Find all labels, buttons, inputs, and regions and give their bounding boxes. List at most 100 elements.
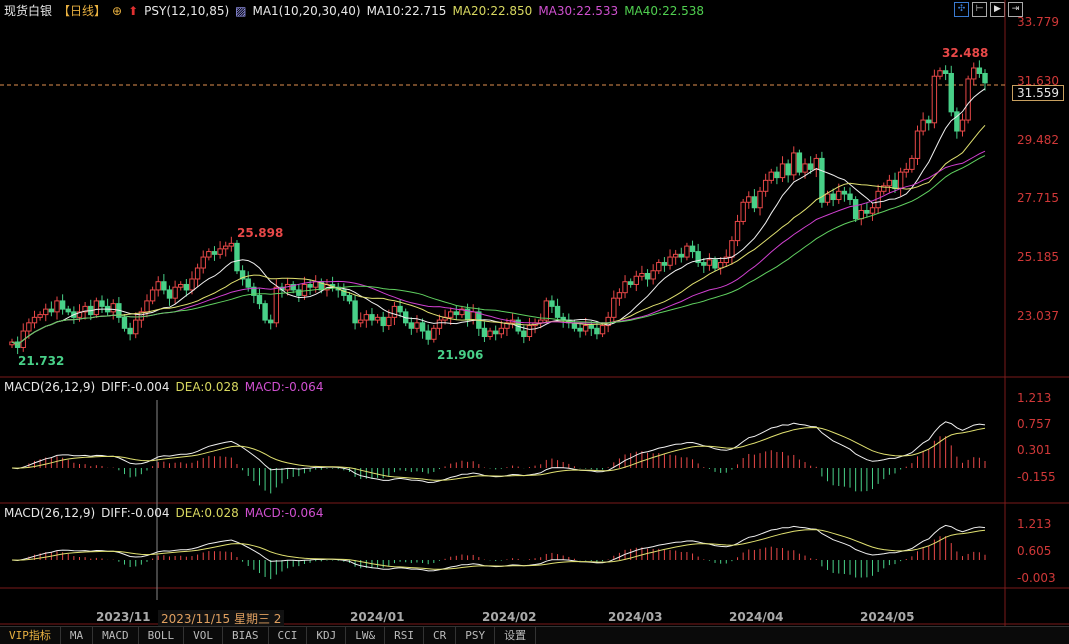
- candle-up: [909, 157, 915, 170]
- candle-down: [796, 152, 803, 173]
- macd1-header: MACD(26,12,9) DIFF:-0.004 DEA:0.028 MACD…: [4, 380, 323, 394]
- candle-down: [380, 316, 386, 327]
- price-tick: 33.779: [1017, 15, 1059, 29]
- candle-up: [611, 297, 617, 318]
- candle-up: [684, 245, 690, 258]
- candle-up: [599, 325, 606, 335]
- candle-up: [836, 190, 842, 201]
- candle-down: [65, 308, 71, 313]
- tab-lw[interactable]: LW&: [346, 627, 386, 644]
- candle-down: [296, 289, 302, 296]
- macd-tick: -0.003: [1017, 571, 1056, 585]
- candle-up: [358, 319, 364, 324]
- candle-up: [667, 256, 673, 266]
- candle-down: [419, 322, 426, 332]
- candle-up: [762, 179, 769, 192]
- tab-vip[interactable]: VIP指标: [0, 627, 61, 644]
- candle-down: [926, 119, 932, 124]
- candle-down: [453, 311, 460, 316]
- candle-up: [768, 171, 774, 181]
- date-tick: 2023/11: [96, 610, 151, 624]
- candle-down: [521, 330, 527, 338]
- candle-up: [374, 316, 381, 321]
- candle-up: [273, 286, 280, 324]
- candle-down: [712, 259, 718, 269]
- candle-down: [352, 300, 358, 324]
- candle-down: [211, 251, 218, 255]
- candle-up: [43, 308, 49, 316]
- candle-up: [650, 270, 656, 280]
- candle-up: [172, 286, 178, 299]
- candle-down: [234, 242, 240, 272]
- macd-name[interactable]: MACD(26,12,9): [4, 506, 95, 520]
- candle-up: [526, 325, 533, 338]
- candle-down: [982, 72, 988, 84]
- macd-value: MACD:-0.064: [244, 380, 324, 394]
- tab-cci[interactable]: CCI: [269, 627, 308, 644]
- candle-down: [262, 303, 268, 321]
- candle-down: [661, 262, 668, 266]
- candle-up: [110, 303, 116, 313]
- candle-down: [369, 314, 375, 321]
- candle-down: [161, 281, 167, 291]
- tab-ma[interactable]: MA: [61, 627, 94, 644]
- candle-down: [549, 300, 555, 307]
- tab-boll[interactable]: BOLL: [139, 627, 185, 644]
- candle-down: [492, 330, 499, 335]
- candle-up: [886, 179, 893, 187]
- candle-down: [751, 196, 758, 209]
- candle-down: [127, 327, 133, 335]
- macd-dea: DEA:0.028: [175, 380, 239, 394]
- candle-down: [948, 72, 954, 113]
- macd-tick: 0.757: [1017, 417, 1052, 431]
- candle-up: [858, 209, 864, 220]
- tab-macd[interactable]: MACD: [93, 627, 139, 644]
- candle-up: [470, 311, 476, 321]
- candle-down: [892, 179, 898, 190]
- candle-up: [363, 314, 370, 321]
- date-tick: 2024/04: [729, 610, 784, 624]
- candle-down: [408, 322, 415, 329]
- candle-up: [133, 319, 139, 335]
- candle-down: [425, 330, 431, 340]
- candle-down: [830, 193, 836, 201]
- tab-settings[interactable]: 设置: [495, 627, 537, 644]
- candle-up: [178, 283, 184, 288]
- cursor-date-tooltip: 2023/11/15 星期三 2: [158, 610, 285, 627]
- price-tick: 23.037: [1017, 309, 1059, 323]
- candle-up: [217, 248, 223, 255]
- candle-up: [903, 168, 909, 173]
- candle-up: [436, 319, 443, 329]
- candle-down: [841, 190, 848, 195]
- candle-down: [588, 325, 595, 329]
- candle-up: [414, 322, 420, 329]
- candle-up: [971, 67, 977, 80]
- macd-tick: 1.213: [1017, 517, 1052, 531]
- tab-bias[interactable]: BIAS: [223, 627, 269, 644]
- candle-down: [577, 327, 583, 332]
- candle-up: [633, 275, 639, 285]
- candle-down: [774, 171, 780, 179]
- candle-down: [256, 294, 263, 305]
- candle-up: [717, 262, 724, 269]
- tab-cr[interactable]: CR: [424, 627, 457, 644]
- tab-psy[interactable]: PSY: [456, 627, 496, 644]
- candle-up: [824, 193, 831, 203]
- candle-up: [622, 281, 628, 294]
- candle-up: [301, 283, 308, 296]
- candle-up: [149, 289, 156, 302]
- chart-canvas[interactable]: [0, 0, 1069, 643]
- macd-name[interactable]: MACD(26,12,9): [4, 380, 95, 394]
- candle-up: [931, 75, 938, 124]
- candle-up: [155, 281, 161, 291]
- tab-kdj[interactable]: KDJ: [307, 627, 347, 644]
- candle-up: [447, 311, 454, 318]
- price-tick: 25.185: [1017, 250, 1059, 264]
- tab-rsi[interactable]: RSI: [385, 627, 424, 644]
- tab-vol[interactable]: VOL: [184, 627, 223, 644]
- candle-down: [847, 193, 853, 201]
- candle-down: [166, 289, 173, 299]
- candle-down: [121, 316, 128, 329]
- candle-down: [678, 253, 684, 258]
- candle-down: [785, 163, 791, 176]
